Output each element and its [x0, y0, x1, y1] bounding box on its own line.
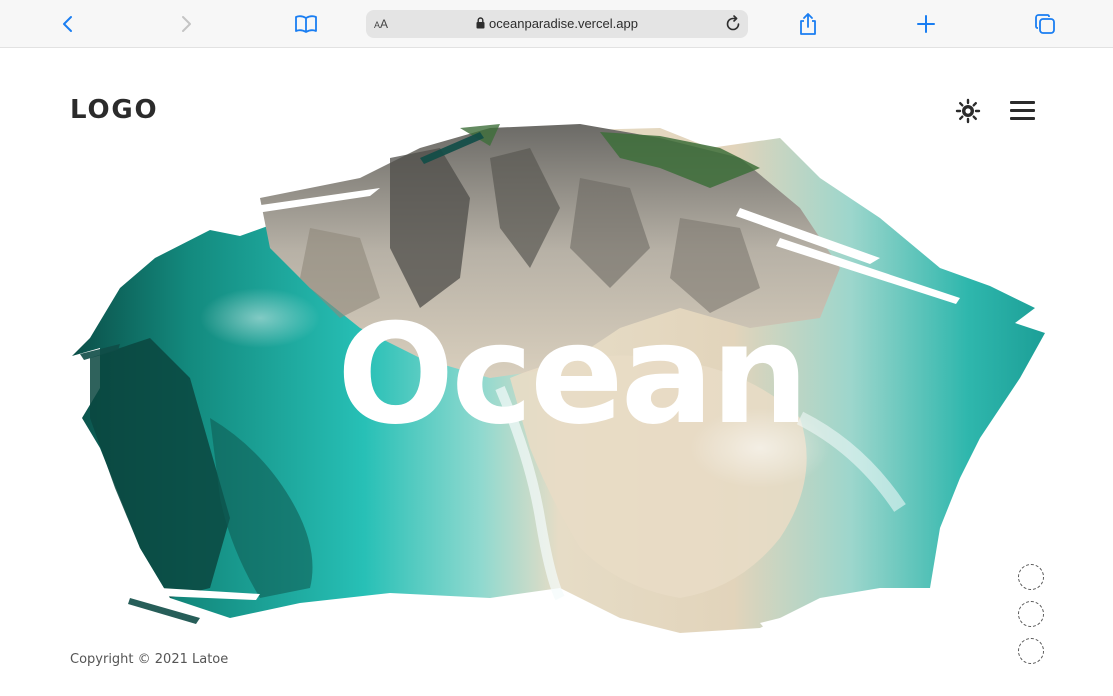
browser-toolbar: AA oceanparadise.vercel.app [0, 0, 1113, 48]
pager-dot-1[interactable] [1018, 564, 1044, 590]
bookmarks-button[interactable] [284, 0, 328, 48]
forward-icon [182, 16, 191, 32]
share-button[interactable] [786, 0, 830, 48]
tabs-button[interactable] [1023, 0, 1067, 48]
pager-dot-3[interactable] [1018, 638, 1044, 664]
url-label: oceanparadise.vercel.app [489, 16, 638, 31]
pager-dot-2[interactable] [1018, 601, 1044, 627]
hero-title: Ocean [336, 294, 809, 455]
pager-dots [1018, 564, 1046, 675]
lock-icon [476, 17, 485, 29]
share-icon [800, 13, 816, 35]
back-button[interactable] [46, 0, 90, 48]
back-icon [63, 16, 72, 32]
plus-icon [917, 15, 935, 33]
reload-icon[interactable] [724, 15, 742, 33]
bookmarks-icon [295, 15, 317, 33]
url-text[interactable]: oceanparadise.vercel.app [366, 16, 748, 32]
address-bar[interactable]: AA oceanparadise.vercel.app [366, 10, 748, 38]
forward-button[interactable] [164, 0, 208, 48]
tabs-icon [1035, 14, 1055, 34]
copyright-text: Copyright © 2021 Latoe [70, 652, 229, 667]
new-tab-button[interactable] [904, 0, 948, 48]
